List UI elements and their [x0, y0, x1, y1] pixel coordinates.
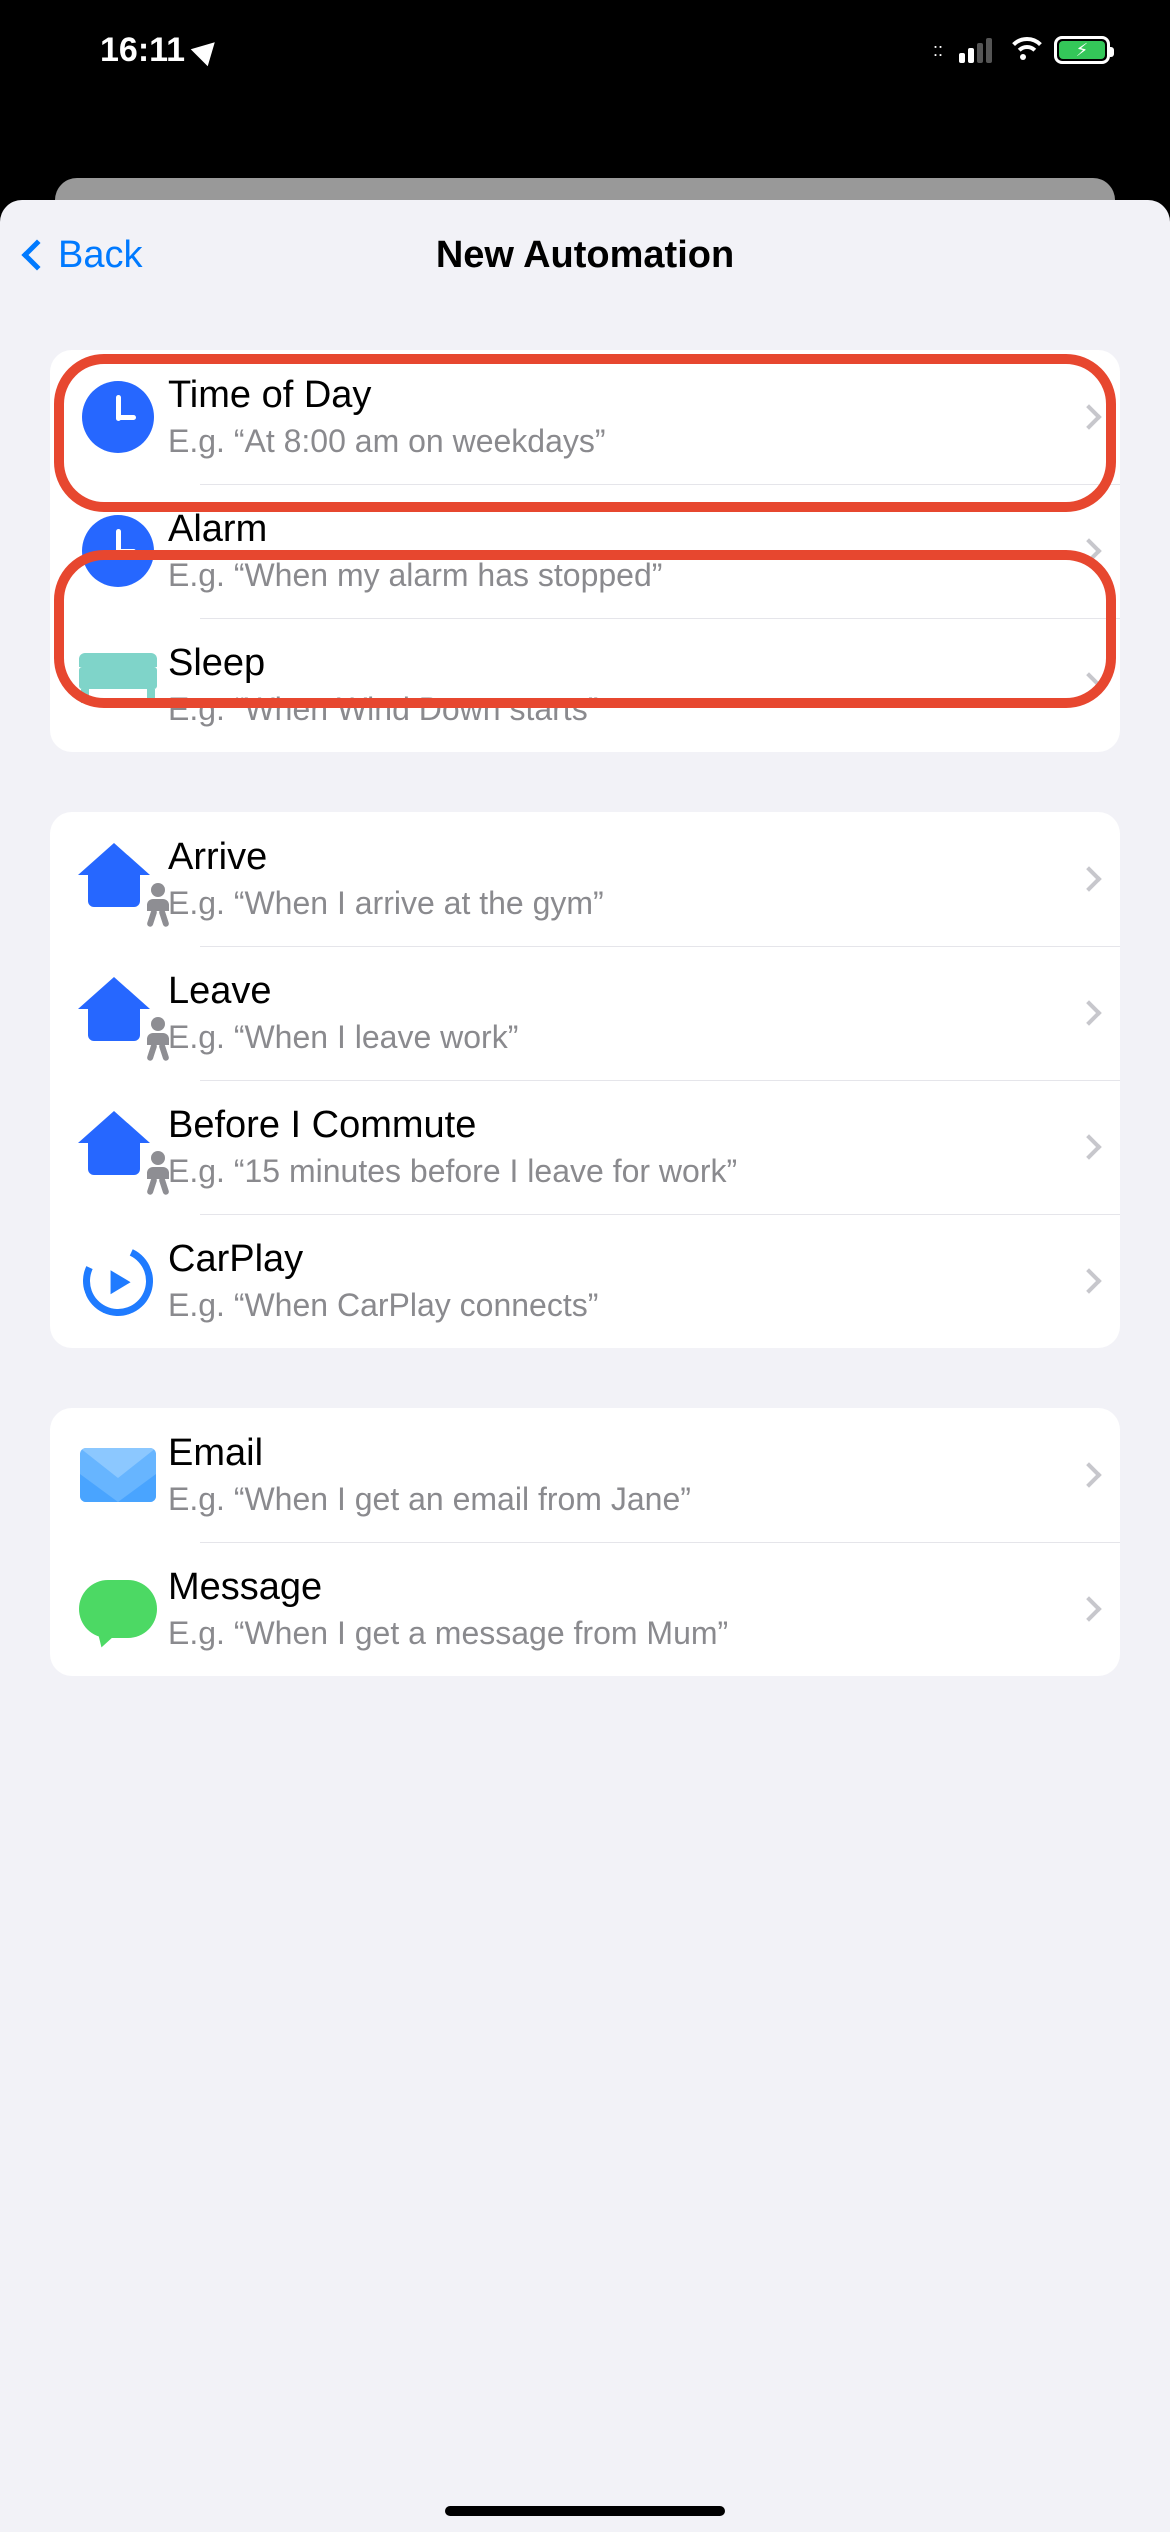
page-title: New Automation	[436, 234, 734, 277]
row-subtitle: E.g. “15 minutes before I leave for work…	[168, 1153, 1068, 1190]
chevron-right-icon	[1076, 1268, 1101, 1293]
carplay-icon	[73, 1236, 163, 1326]
trigger-carplay[interactable]: CarPlay E.g. “When CarPlay connects”	[50, 1214, 1120, 1348]
wifi-icon	[1006, 37, 1040, 63]
row-subtitle: E.g. “When I leave work”	[168, 1019, 1068, 1056]
trigger-email[interactable]: Email E.g. “When I get an email from Jan…	[50, 1408, 1120, 1542]
battery-charging-icon: ⚡︎	[1054, 36, 1110, 64]
row-title: Alarm	[168, 508, 1068, 551]
row-title: Before I Commute	[168, 1104, 1068, 1147]
bed-icon	[79, 665, 157, 705]
nav-bar: Back New Automation	[0, 200, 1170, 310]
home-indicator[interactable]	[445, 2506, 725, 2516]
chevron-right-icon	[1076, 1000, 1101, 1025]
row-subtitle: E.g. “When I arrive at the gym”	[168, 885, 1068, 922]
house-person-icon	[78, 843, 158, 915]
message-icon	[79, 1580, 157, 1638]
chevron-right-icon	[1076, 1134, 1101, 1159]
row-title: Email	[168, 1432, 1068, 1475]
row-title: CarPlay	[168, 1238, 1068, 1281]
back-label: Back	[58, 234, 142, 277]
clock-icon	[82, 381, 154, 453]
row-subtitle: E.g. “At 8:00 am on weekdays”	[168, 423, 1068, 460]
row-subtitle: E.g. “When Wind Down starts”	[168, 691, 1068, 728]
row-title: Leave	[168, 970, 1068, 1013]
chevron-right-icon	[1076, 866, 1101, 891]
status-time: 16:11	[100, 31, 185, 70]
row-subtitle: E.g. “When I get an email from Jane”	[168, 1481, 1068, 1518]
house-person-icon	[78, 977, 158, 1049]
row-title: Time of Day	[168, 374, 1068, 417]
row-subtitle: E.g. “When CarPlay connects”	[168, 1287, 1068, 1324]
dual-sim-icon: ::	[933, 40, 943, 61]
house-person-icon	[78, 1111, 158, 1183]
chevron-right-icon	[1076, 672, 1101, 697]
modal-sheet: Back New Automation Time of Day E.g. “At…	[0, 200, 1170, 2532]
chevron-right-icon	[1076, 1596, 1101, 1621]
trigger-sleep[interactable]: Sleep E.g. “When Wind Down starts”	[50, 618, 1120, 752]
trigger-arrive[interactable]: Arrive E.g. “When I arrive at the gym”	[50, 812, 1120, 946]
chevron-right-icon	[1076, 404, 1101, 429]
trigger-leave[interactable]: Leave E.g. “When I leave work”	[50, 946, 1120, 1080]
trigger-before-commute[interactable]: Before I Commute E.g. “15 minutes before…	[50, 1080, 1120, 1214]
location-services-icon	[191, 34, 224, 67]
row-title: Sleep	[168, 642, 1068, 685]
status-bar: 16:11 :: ⚡︎	[0, 0, 1170, 100]
trigger-alarm[interactable]: Alarm E.g. “When my alarm has stopped”	[50, 484, 1120, 618]
row-subtitle: E.g. “When my alarm has stopped”	[168, 557, 1068, 594]
mail-icon	[80, 1448, 156, 1502]
trigger-group-communication: Email E.g. “When I get an email from Jan…	[50, 1408, 1120, 1676]
chevron-left-icon	[21, 239, 52, 270]
trigger-message[interactable]: Message E.g. “When I get a message from …	[50, 1542, 1120, 1676]
clock-icon	[82, 515, 154, 587]
back-button[interactable]: Back	[18, 200, 142, 310]
cellular-signal-icon	[959, 38, 992, 63]
chevron-right-icon	[1076, 1462, 1101, 1487]
trigger-group-time: Time of Day E.g. “At 8:00 am on weekdays…	[50, 350, 1120, 752]
row-title: Arrive	[168, 836, 1068, 879]
trigger-time-of-day[interactable]: Time of Day E.g. “At 8:00 am on weekdays…	[50, 350, 1120, 484]
trigger-group-location: Arrive E.g. “When I arrive at the gym” L…	[50, 812, 1120, 1348]
chevron-right-icon	[1076, 538, 1101, 563]
row-title: Message	[168, 1566, 1068, 1609]
row-subtitle: E.g. “When I get a message from Mum”	[168, 1615, 1068, 1652]
